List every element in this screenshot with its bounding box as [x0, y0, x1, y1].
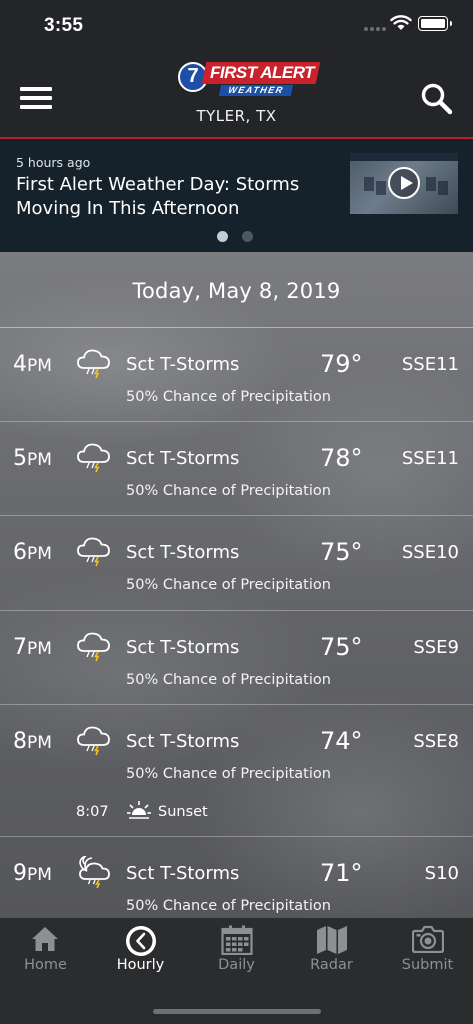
forecast-date: Today, May 8, 2019	[0, 252, 473, 328]
hour-time: 6PM	[13, 540, 52, 565]
logo-sub-text: WEATHER	[218, 85, 294, 96]
hour-temperature: 75°	[320, 633, 363, 661]
hour-precipitation: 50% Chance of Precipitation	[126, 672, 331, 688]
news-headline[interactable]: First Alert Weather Day: Storms Moving I…	[16, 173, 336, 221]
hour-row[interactable]: 5PM Sct T-Storms 78° SSE11 50% Chance of Pre…	[0, 422, 473, 516]
hour-row[interactable]: 4PM Sct T-Storms 79° SSE11 50% Chance of Pre…	[0, 328, 473, 422]
tab-daily[interactable]: Daily	[189, 918, 284, 978]
sunset-icon	[126, 799, 152, 825]
thunderstorm-cloud-icon	[76, 441, 112, 473]
pager-dot[interactable]	[242, 231, 253, 242]
hour-condition: Sct T-Storms	[126, 637, 240, 658]
logo-main-text: FIRST ALERT	[201, 62, 321, 84]
hour-wind: SSE11	[401, 354, 459, 375]
news-banner[interactable]: 5 hours ago First Alert Weather Day: Sto…	[0, 139, 473, 252]
night-thunderstorm-icon	[76, 854, 112, 889]
menu-button[interactable]	[20, 87, 52, 109]
hour-row[interactable]: 9PM Sct T-Storms 71° S10 50% Chance of Preci…	[0, 837, 473, 918]
status-time: 3:55	[44, 15, 84, 36]
news-video-thumbnail[interactable]	[350, 153, 458, 214]
cellular-signal-icon	[364, 27, 388, 46]
hour-condition: Sct T-Storms	[126, 542, 240, 563]
search-icon[interactable]	[420, 82, 454, 116]
hour-condition: Sct T-Storms	[126, 863, 240, 884]
wifi-icon	[390, 15, 412, 30]
clock-icon	[126, 926, 156, 956]
hour-time: 4PM	[13, 352, 52, 377]
hour-row[interactable]: 7PM Sct T-Storms 75° SSE9 50% Chance of Prec…	[0, 611, 473, 705]
app-header: 7 FIRST ALERT WEATHER TYLER, TX	[0, 52, 473, 138]
hour-precipitation: 50% Chance of Precipitation	[126, 766, 331, 782]
hour-temperature: 71°	[320, 859, 363, 887]
sunset-label: Sunset	[158, 804, 208, 820]
thunderstorm-cloud-icon	[76, 347, 112, 379]
status-bar: 3:55	[0, 0, 473, 52]
hour-wind: SSE10	[401, 542, 459, 563]
hour-temperature: 75°	[320, 538, 363, 566]
hour-time: 9PM	[13, 861, 52, 886]
hour-row[interactable]: 6PM Sct T-Storms 75° SSE10 50% Chance of Pre…	[0, 516, 473, 611]
sunset-time: 8:07	[76, 804, 109, 820]
hour-condition: Sct T-Storms	[126, 731, 240, 752]
hour-precipitation: 50% Chance of Precipitation	[126, 898, 331, 914]
hour-wind: SSE9	[413, 637, 459, 658]
hour-temperature: 79°	[320, 350, 363, 378]
home-icon	[32, 927, 58, 951]
hour-precipitation: 50% Chance of Precipitation	[126, 577, 331, 593]
play-icon[interactable]	[388, 167, 420, 199]
hourly-forecast[interactable]: Today, May 8, 2019 4PM Sct T-Storms 79° SSE…	[0, 252, 473, 918]
calendar-icon	[221, 925, 253, 955]
hour-precipitation: 50% Chance of Precipitation	[126, 483, 331, 499]
news-pager[interactable]	[217, 227, 267, 246]
hour-temperature: 74°	[320, 727, 363, 755]
hour-wind: SSE11	[401, 448, 459, 469]
battery-icon	[418, 16, 452, 31]
hour-temperature: 78°	[320, 444, 363, 472]
hour-precipitation: 50% Chance of Precipitation	[126, 389, 331, 405]
news-time: 5 hours ago	[16, 155, 91, 170]
tab-submit[interactable]: Submit	[380, 918, 473, 978]
hour-wind: S10	[424, 863, 459, 884]
hour-wind: SSE8	[413, 731, 459, 752]
map-icon	[317, 926, 347, 954]
hour-condition: Sct T-Storms	[126, 448, 240, 469]
thunderstorm-cloud-icon	[76, 535, 112, 567]
hour-condition: Sct T-Storms	[126, 354, 240, 375]
tab-radar[interactable]: Radar	[284, 918, 379, 978]
hour-time: 8PM	[13, 729, 52, 754]
home-indicator[interactable]	[153, 1009, 321, 1014]
hour-time: 5PM	[13, 446, 52, 471]
thunderstorm-cloud-icon	[76, 630, 112, 662]
menu-icon	[20, 87, 52, 91]
hour-row[interactable]: 8PM Sct T-Storms 74° SSE8 50% Chance of Prec…	[0, 705, 473, 837]
pager-dot-active[interactable]	[217, 231, 228, 242]
hour-time: 7PM	[13, 635, 52, 660]
thunderstorm-cloud-icon	[76, 724, 112, 756]
first-alert-weather-logo: 7 FIRST ALERT WEATHER	[176, 60, 321, 100]
location-label[interactable]: TYLER, TX	[0, 107, 473, 125]
tab-hourly[interactable]: Hourly	[93, 918, 188, 978]
camera-icon	[412, 925, 444, 953]
tab-home[interactable]: Home	[0, 918, 93, 978]
